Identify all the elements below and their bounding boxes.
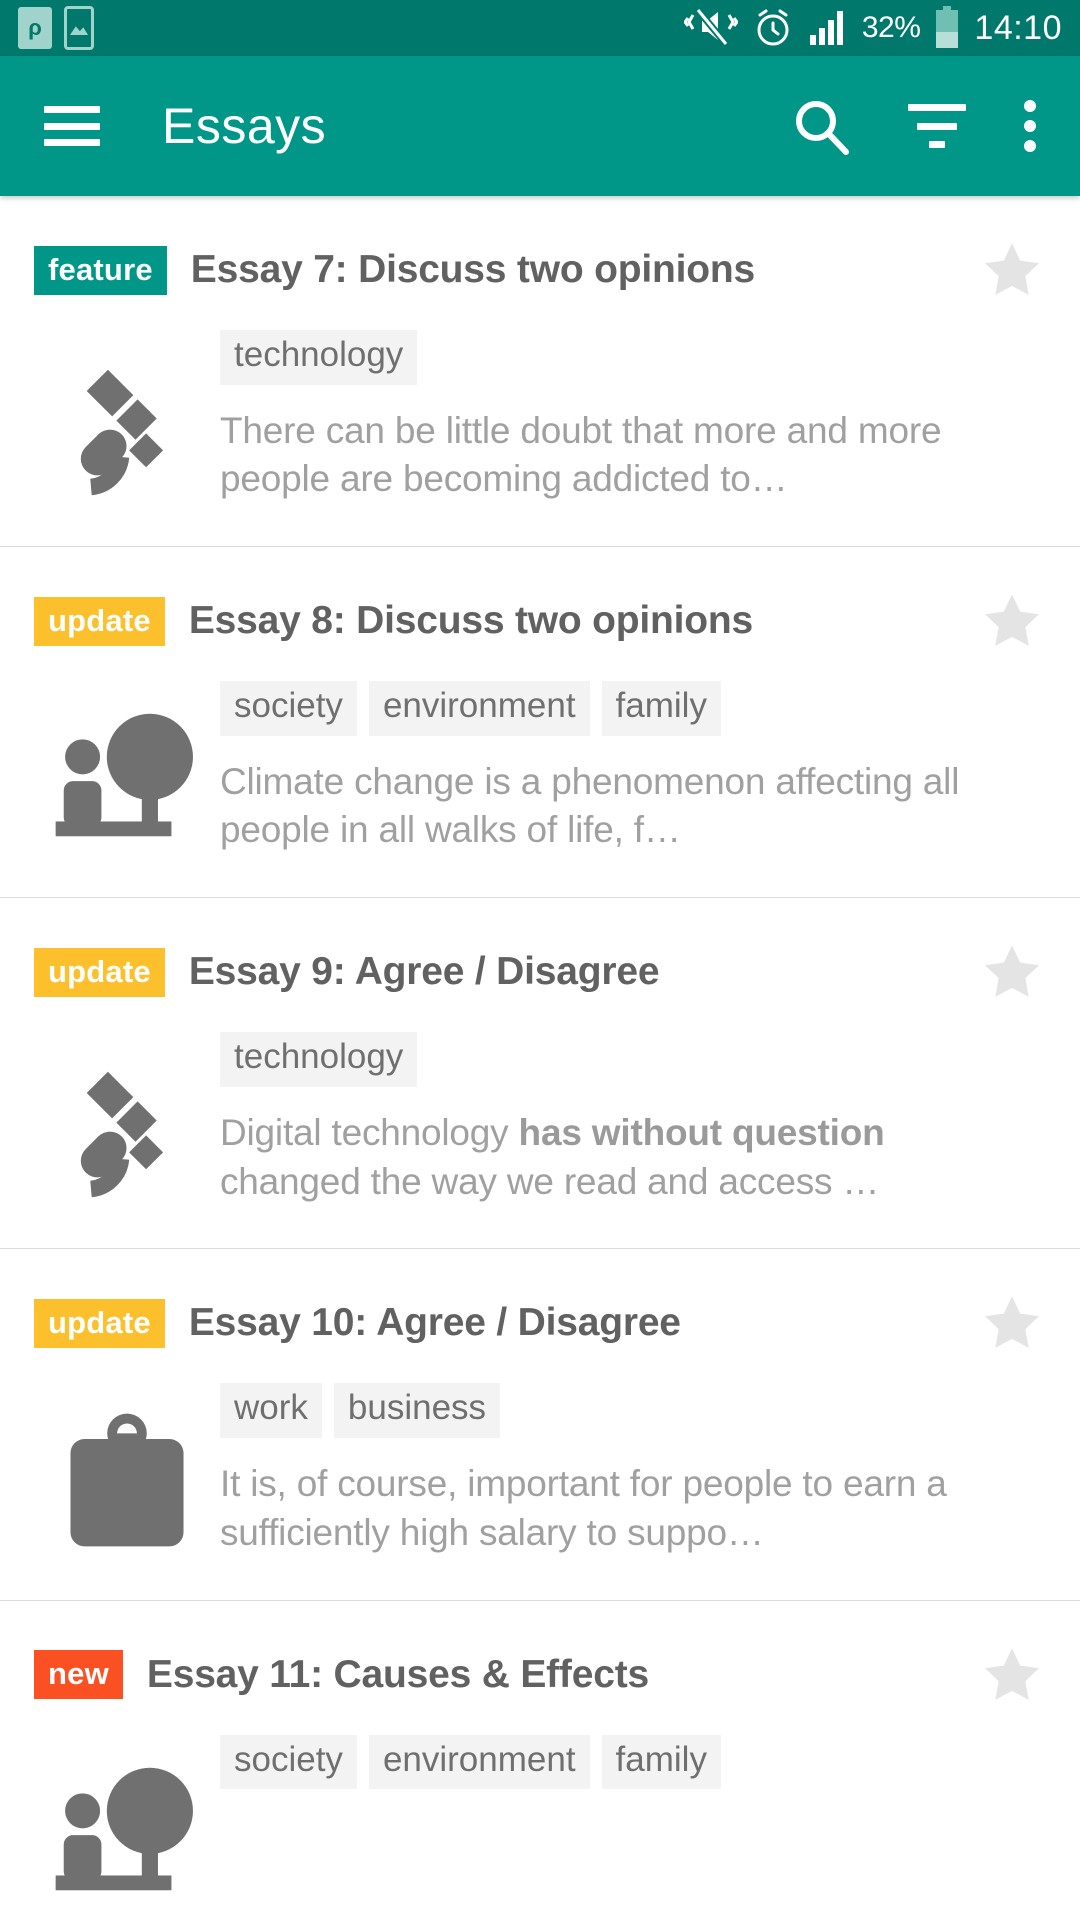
star-glyph: [985, 243, 1039, 295]
excerpt-text-end: changed the way we read and access …: [220, 1160, 880, 1202]
essay-card[interactable]: new Essay 11: Causes & Effects society envi…: [0, 1600, 1080, 1920]
essay-title: Essay 10: Agree / Disagree: [188, 1301, 681, 1345]
tag-chip[interactable]: environment: [368, 1734, 590, 1790]
tag-list: technology: [220, 330, 1032, 385]
signal-icon: [809, 11, 843, 45]
briefcase-icon: [70, 1414, 184, 1547]
tag-list: society environment family: [220, 1734, 1032, 1790]
status-badge: feature: [34, 245, 167, 295]
category-icon: [34, 330, 220, 504]
person-tree-icon: [55, 1767, 193, 1890]
person-tree-icon: [55, 713, 193, 837]
essay-card-header: update Essay 10: Agree / Disagree: [34, 1289, 1046, 1357]
essay-card-header: new Essay 11: Causes & Effects: [34, 1641, 1046, 1709]
status-bar-left-icons: ρ: [18, 6, 94, 50]
status-badge: update: [34, 947, 165, 997]
essay-card-header: feature Essay 7: Discuss two opinions: [34, 236, 1046, 304]
app-bar-actions: [792, 97, 1036, 155]
status-badge: update: [34, 1298, 165, 1348]
tag-chip[interactable]: business: [333, 1383, 501, 1438]
essay-card-content: work business It is, of course, important …: [220, 1383, 1046, 1557]
essay-excerpt: Digital technology has without question …: [220, 1109, 1032, 1207]
tag-list: work business: [220, 1383, 1032, 1438]
category-icon: [34, 1735, 220, 1897]
essay-card-body: society environment family: [34, 1734, 1046, 1897]
essay-card-content: technology Digital technology has without…: [220, 1032, 1046, 1206]
essay-title: Essay 7: Discuss two opinions: [190, 248, 755, 291]
battery-percent: 32%: [861, 11, 921, 44]
essay-title: Essay 9: Agree / Disagree: [188, 950, 660, 994]
essay-card-body: technology There can be little doubt that…: [34, 330, 1046, 504]
overflow-menu-icon[interactable]: [1024, 100, 1036, 152]
category-icon: [34, 1383, 220, 1557]
clock-time: 14:10: [974, 8, 1062, 47]
app-bar: Essays: [0, 56, 1080, 196]
essay-card-body: society environment family Climate change i…: [34, 681, 1046, 855]
screenshot-icon: [64, 6, 94, 50]
status-bar: ρ 32% 14:10: [0, 0, 1080, 56]
tag-list: society environment family: [220, 681, 1032, 736]
essay-card-header: update Essay 8: Discuss two opinions: [34, 587, 1046, 655]
star-glyph: [985, 945, 1039, 998]
search-icon[interactable]: [792, 97, 850, 155]
excerpt-text-start: There can be little doubt that more and …: [220, 409, 942, 500]
essay-list[interactable]: feature Essay 7: Discuss two opinions tech…: [0, 196, 1080, 1920]
status-bar-right-icons: 32% 14:10: [683, 6, 1062, 50]
tag-chip[interactable]: society: [220, 1734, 357, 1790]
essay-card-content: technology There can be little doubt that…: [220, 330, 1046, 504]
excerpt-text-start: Climate change is a phenomenon affecting…: [220, 760, 960, 851]
status-badge: update: [34, 596, 165, 646]
battery-icon: [936, 6, 959, 48]
star-glyph: [985, 594, 1039, 647]
essay-excerpt: It is, of course, important for people t…: [220, 1460, 1032, 1558]
satellite-dish-icon: [80, 369, 164, 496]
tag-chip[interactable]: environment: [368, 681, 590, 736]
essay-excerpt: Climate change is a phenomenon affecting…: [220, 758, 1032, 856]
essay-card[interactable]: update Essay 10: Agree / Disagree work busi…: [0, 1249, 1080, 1601]
tag-chip[interactable]: technology: [220, 330, 418, 385]
excerpt-text-start: It is, of course, important for people t…: [220, 1462, 947, 1553]
category-icon: [34, 1032, 220, 1206]
essay-card-body: technology Digital technology has without…: [34, 1032, 1046, 1206]
essay-card-header: update Essay 9: Agree / Disagree: [34, 938, 1046, 1006]
essay-title: Essay 8: Discuss two opinions: [188, 599, 754, 643]
status-badge: new: [34, 1650, 123, 1700]
excerpt-text-emphasis: has without question: [518, 1111, 885, 1153]
alarm-icon: [757, 9, 789, 46]
app-notification-icon: ρ: [18, 7, 52, 49]
tag-chip[interactable]: family: [601, 1734, 721, 1790]
category-icon: [34, 681, 220, 855]
satellite-dish-icon: [80, 1072, 164, 1198]
essay-card[interactable]: update Essay 8: Discuss two opinions socie…: [0, 547, 1080, 899]
tag-list: technology: [220, 1032, 1032, 1087]
favorite-star-icon[interactable]: [978, 1289, 1046, 1357]
filter-icon[interactable]: [908, 104, 966, 148]
tag-chip[interactable]: society: [220, 681, 357, 736]
essay-card-content: society environment family: [220, 1734, 1046, 1897]
favorite-star-icon[interactable]: [978, 938, 1046, 1006]
essay-card[interactable]: update Essay 9: Agree / Disagree technolog…: [0, 898, 1080, 1250]
tag-chip[interactable]: family: [601, 681, 721, 736]
essay-excerpt: There can be little doubt that more and …: [220, 407, 1032, 505]
tag-chip[interactable]: technology: [220, 1032, 418, 1087]
favorite-star-icon[interactable]: [978, 236, 1046, 304]
hamburger-menu-icon[interactable]: [44, 106, 100, 146]
page-title: Essays: [162, 98, 327, 154]
star-glyph: [985, 1647, 1039, 1700]
vibrate-mute-icon: [683, 8, 738, 47]
essay-card-body: work business It is, of course, important …: [34, 1383, 1046, 1557]
essay-title: Essay 11: Causes & Effects: [146, 1652, 649, 1696]
essay-card-content: society environment family Climate change i…: [220, 681, 1046, 855]
favorite-star-icon[interactable]: [978, 587, 1046, 655]
excerpt-text-start: Digital technology: [220, 1111, 519, 1153]
star-glyph: [985, 1296, 1039, 1349]
favorite-star-icon[interactable]: [978, 1641, 1046, 1709]
tag-chip[interactable]: work: [220, 1383, 322, 1438]
essay-card[interactable]: feature Essay 7: Discuss two opinions tech…: [0, 196, 1080, 548]
